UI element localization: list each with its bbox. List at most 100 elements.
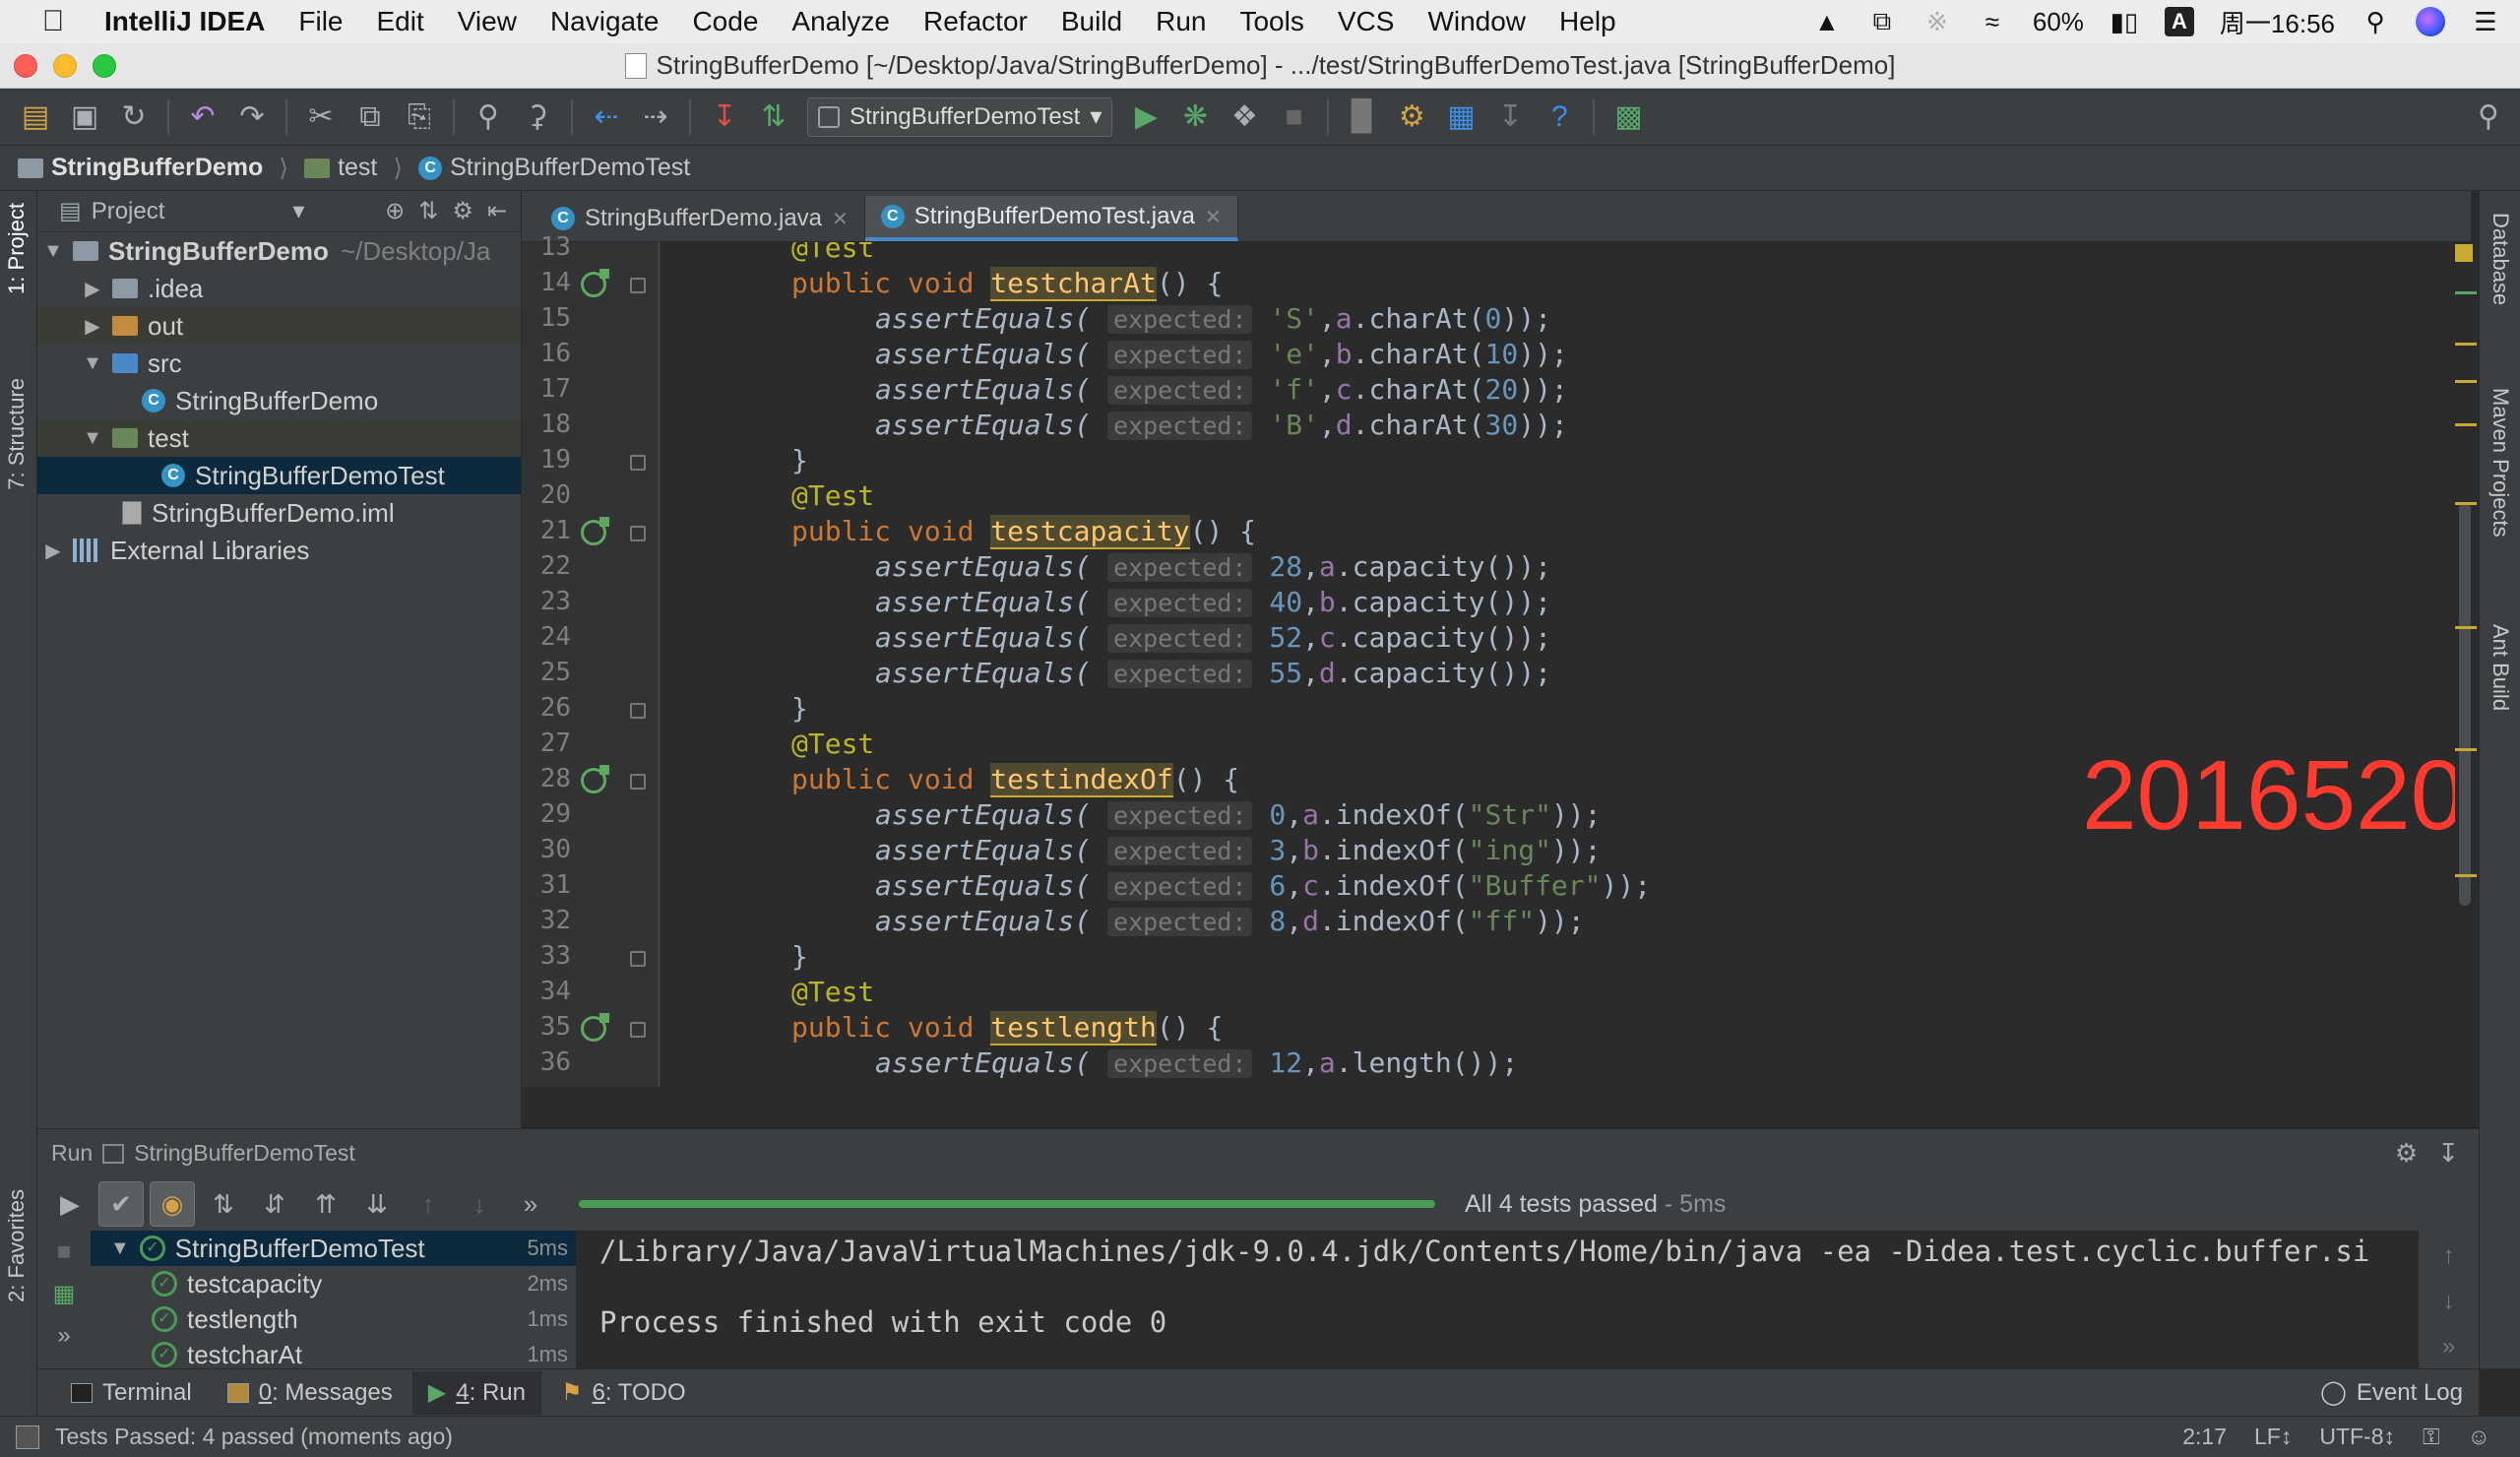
tab-stringbufferdemotest-java[interactable]: C StringBufferDemoTest.java ✕	[864, 196, 1238, 241]
fold-marker-icon[interactable]	[630, 703, 646, 719]
expanded-arrow-icon[interactable]: ▼	[83, 352, 102, 375]
settings-wrench-icon[interactable]: ⚙	[1390, 95, 1433, 139]
run-configuration-selector[interactable]: StringBufferDemoTest ▾	[807, 96, 1113, 137]
tab-structure[interactable]: 7: Structure	[4, 378, 30, 490]
cut-icon[interactable]: ✂	[299, 95, 343, 139]
show-passed-icon[interactable]: ✔	[98, 1181, 144, 1227]
status-message[interactable]: Tests Passed: 4 passed (moments ago)	[55, 1424, 453, 1450]
search-everywhere-icon[interactable]: ⚲	[2467, 95, 2510, 139]
fold-marker-icon[interactable]	[630, 455, 646, 471]
synchronize-icon[interactable]: ↻	[112, 95, 156, 139]
window-close-button[interactable]	[14, 54, 37, 78]
expanded-arrow-icon[interactable]: ▼	[110, 1237, 130, 1260]
down-arrow-icon[interactable]: ↓	[2443, 1288, 2455, 1315]
tree-item-out[interactable]: ▶ out	[37, 307, 521, 345]
tab-terminal[interactable]: Terminal	[55, 1371, 208, 1415]
up-arrow-icon[interactable]: ↑	[2443, 1242, 2455, 1270]
lock-icon[interactable]: ⚿	[2423, 1424, 2440, 1450]
fold-marker-icon[interactable]	[630, 774, 646, 790]
tree-item-stringbufferdemo[interactable]: C StringBufferDemo	[37, 382, 521, 419]
code-editor[interactable]: 20165201 @Testpublic void testcharAt() {…	[661, 242, 2455, 1087]
menu-vcs[interactable]: VCS	[1321, 0, 1412, 43]
apple-icon[interactable]: 	[24, 5, 83, 38]
expand-all-icon[interactable]: ⇈	[303, 1181, 348, 1227]
siri-icon[interactable]	[2416, 7, 2445, 36]
fold-marker-icon[interactable]	[630, 951, 646, 967]
collapsed-arrow-icon[interactable]: ▶	[43, 538, 63, 563]
back-icon[interactable]: ⇠	[585, 95, 628, 139]
warning-marker[interactable]	[2455, 502, 2477, 505]
forward-icon[interactable]: ⇢	[634, 95, 677, 139]
menu-run[interactable]: Run	[1139, 0, 1223, 43]
menu-window[interactable]: Window	[1411, 0, 1543, 43]
find-icon[interactable]: ⚲	[467, 95, 510, 139]
dump-threads-icon[interactable]: ▦	[53, 1280, 76, 1308]
test-row[interactable]: ✓ testlength 1ms	[91, 1301, 576, 1337]
build-module-icon[interactable]: ⇅	[752, 95, 795, 139]
undo-icon[interactable]: ↶	[181, 95, 224, 139]
bluetooth-icon[interactable]: ※	[1922, 7, 1952, 37]
test-suite-row[interactable]: ▼ ✓ StringBufferDemoTest 5ms	[91, 1231, 576, 1266]
warning-marker[interactable]	[2455, 343, 2477, 346]
tree-item-project-root[interactable]: ▼ StringBufferDemo ~/Desktop/Ja	[37, 232, 521, 270]
menu-navigate[interactable]: Navigate	[534, 0, 676, 43]
gear-icon[interactable]: ⚙	[2395, 1138, 2418, 1169]
tree-item-external-libraries[interactable]: ▶ External Libraries	[37, 532, 521, 569]
menu-app[interactable]: IntelliJ IDEA	[83, 0, 282, 43]
previous-failed-icon[interactable]: ↑	[406, 1181, 451, 1227]
menu-analyze[interactable]: Analyze	[775, 0, 907, 43]
coverage-icon[interactable]: ❖	[1223, 95, 1266, 139]
stop-icon[interactable]: ■	[1272, 95, 1315, 139]
gear-icon[interactable]: ⚙	[452, 197, 473, 225]
fold-marker-icon[interactable]	[630, 1022, 646, 1038]
show-ignored-icon[interactable]: ◉	[150, 1181, 195, 1227]
redo-icon[interactable]: ↷	[230, 95, 274, 139]
menu-edit[interactable]: Edit	[360, 0, 441, 43]
screen-mirror-icon[interactable]: ⧉	[1867, 6, 1897, 37]
test-row[interactable]: ✓ testcapacity 2ms	[91, 1266, 576, 1301]
chevron-down-icon[interactable]: ▾	[292, 197, 304, 225]
close-icon[interactable]: ✕	[1205, 205, 1222, 229]
menu-code[interactable]: Code	[675, 0, 775, 43]
save-all-icon[interactable]: ▣	[63, 95, 106, 139]
tree-item-test[interactable]: ▼ test	[37, 419, 521, 457]
tab-todo[interactable]: ⚑ 6: TODO	[545, 1371, 702, 1415]
debug-icon[interactable]: ❋	[1173, 95, 1217, 139]
copy-icon[interactable]: ⧉	[348, 95, 392, 139]
help-icon[interactable]: ?	[1538, 95, 1581, 139]
tab-project[interactable]: 1: Project	[4, 203, 30, 294]
run-icon[interactable]: ▶	[1124, 95, 1167, 139]
task-icon[interactable]: ▩	[1606, 95, 1650, 139]
tree-item-iml[interactable]: StringBufferDemo.iml	[37, 494, 521, 532]
more-icon[interactable]: »	[2442, 1333, 2455, 1361]
collapse-all-icon[interactable]: ⇅	[418, 197, 438, 225]
run-test-icon[interactable]	[581, 1013, 609, 1042]
open-folder-icon[interactable]: ▤	[14, 95, 57, 139]
file-encoding[interactable]: UTF-8↕	[2319, 1424, 2395, 1450]
build-project-icon[interactable]: ↧	[703, 95, 746, 139]
tab-messages[interactable]: 0: Messages	[212, 1371, 409, 1415]
inspection-status-icon[interactable]	[2455, 244, 2473, 262]
menu-build[interactable]: Build	[1044, 0, 1139, 43]
close-icon[interactable]: ✕	[832, 207, 849, 231]
tab-database[interactable]: Database	[2488, 213, 2513, 305]
inspector-icon[interactable]: ☺	[2468, 1424, 2490, 1450]
tab-run[interactable]: ▶ 4: Run	[411, 1370, 541, 1415]
expanded-arrow-icon[interactable]: ▼	[83, 427, 102, 450]
notification-center-icon[interactable]: ☰	[2471, 7, 2500, 37]
battery-icon[interactable]: ▮▯	[2110, 7, 2139, 37]
project-view-label[interactable]: Project	[92, 198, 165, 225]
tab-maven-projects[interactable]: Maven Projects	[2488, 388, 2513, 538]
warning-marker[interactable]	[2455, 748, 2477, 751]
locate-icon[interactable]: ⊕	[385, 197, 405, 225]
wifi-icon[interactable]: ≈	[1978, 7, 2007, 37]
paste-icon[interactable]: ⎘	[398, 95, 441, 139]
fold-marker-icon[interactable]	[630, 526, 646, 541]
more-icon[interactable]: »	[57, 1322, 70, 1350]
more-icon[interactable]: »	[508, 1181, 553, 1227]
run-panel-config[interactable]: StringBufferDemoTest	[134, 1140, 355, 1167]
breadcrumb-class[interactable]: C StringBufferDemoTest	[418, 154, 690, 182]
menu-refactor[interactable]: Refactor	[907, 0, 1044, 43]
window-zoom-button[interactable]	[93, 54, 116, 78]
menu-view[interactable]: View	[441, 0, 534, 43]
